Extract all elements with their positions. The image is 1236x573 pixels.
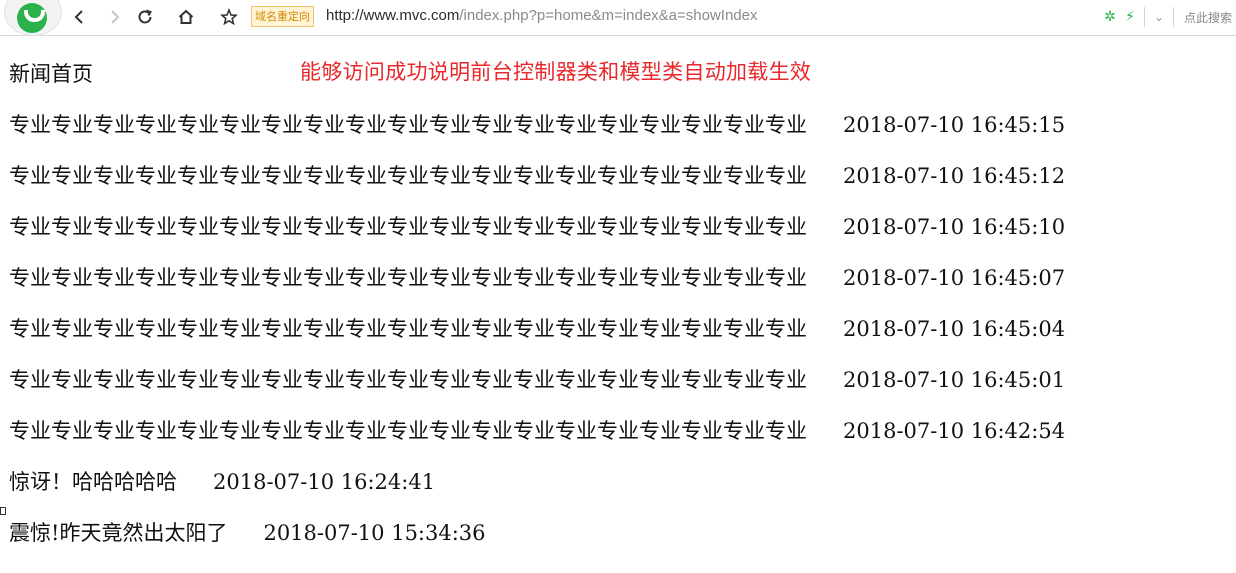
toolbar-right-icons: ✲ ⚡ ⌄	[1100, 6, 1178, 28]
address-bar[interactable]: http://www.mvc.com/index.php?p=home&m=in…	[326, 7, 1086, 24]
news-title[interactable]: 专业专业专业专业专业专业专业专业专业专业专业专业专业专业专业专业专业专业专业	[9, 159, 807, 193]
news-item[interactable]: 专业专业专业专业专业专业专业专业专业专业专业专业专业专业专业专业专业专业专业 2…	[9, 363, 1065, 414]
lightning-icon[interactable]: ⚡	[1120, 7, 1140, 27]
news-time: 2018-07-10 16:45:01	[843, 368, 1066, 392]
news-item[interactable]: 专业专业专业专业专业专业专业专业专业专业专业专业专业专业专业专业专业专业专业 2…	[9, 108, 1065, 159]
url-host: http://www.mvc.com	[326, 7, 460, 24]
news-title[interactable]: 专业专业专业专业专业专业专业专业专业专业专业专业专业专业专业专业专业专业专业	[9, 363, 807, 397]
toolbar-divider	[1173, 7, 1174, 27]
news-time: 2018-07-10 16:42:54	[843, 419, 1066, 443]
news-time: 2018-07-10 16:24:41	[213, 470, 436, 494]
news-title[interactable]: 专业专业专业专业专业专业专业专业专业专业专业专业专业专业专业专业专业专业专业	[9, 108, 807, 142]
news-item[interactable]: 专业专业专业专业专业专业专业专业专业专业专业专业专业专业专业专业专业专业专业 2…	[9, 159, 1065, 210]
toolbar-divider	[1144, 7, 1145, 27]
bookmark-button[interactable]	[216, 4, 242, 30]
annotation-text: 能够访问成功说明前台控制器类和模型类自动加载生效	[300, 60, 812, 84]
news-time: 2018-07-10 15:34:36	[263, 521, 486, 545]
news-time: 2018-07-10 16:45:12	[843, 164, 1066, 188]
news-time: 2018-07-10 16:45:15	[843, 113, 1066, 137]
reload-button[interactable]	[132, 4, 158, 30]
domain-redirect-badge[interactable]: 域名重定向	[251, 6, 314, 27]
browser-toolbar: 域名重定向 http://www.mvc.com/index.php?p=hom…	[0, 0, 1236, 36]
home-button[interactable]	[173, 4, 199, 30]
back-button[interactable]	[67, 4, 93, 30]
arrow-left-icon	[74, 10, 83, 24]
search-hint[interactable]: 点此搜索	[1184, 9, 1232, 26]
news-time: 2018-07-10 16:45:04	[843, 317, 1066, 341]
news-title[interactable]: 专业专业专业专业专业专业专业专业专业专业专业专业专业专业专业专业专业专业专业	[9, 210, 807, 244]
page-title: 新闻首页	[9, 62, 93, 86]
news-time: 2018-07-10 16:45:10	[843, 215, 1066, 239]
home-icon	[178, 9, 194, 24]
news-item[interactable]: 惊讶！哈哈哈哈哈 2018-07-10 16:24:41	[9, 465, 1065, 516]
news-item[interactable]: 专业专业专业专业专业专业专业专业专业专业专业专业专业专业专业专业专业专业专业 2…	[9, 312, 1065, 363]
news-item[interactable]: 专业专业专业专业专业专业专业专业专业专业专业专业专业专业专业专业专业专业专业 2…	[9, 414, 1065, 465]
news-title[interactable]: 专业专业专业专业专业专业专业专业专业专业专业专业专业专业专业专业专业专业专业	[9, 312, 807, 346]
news-title[interactable]: 专业专业专业专业专业专业专业专业专业专业专业专业专业专业专业专业专业专业专业	[9, 261, 807, 295]
chevron-down-icon[interactable]: ⌄	[1149, 7, 1169, 27]
forward-button[interactable]	[101, 4, 127, 30]
news-title[interactable]: 惊讶！哈哈哈哈哈	[9, 465, 177, 499]
gear-icon[interactable]: ✲	[1100, 7, 1120, 27]
arrow-right-icon	[111, 10, 120, 24]
url-path: /index.php?p=home&m=index&a=showIndex	[459, 7, 758, 24]
news-item[interactable]: 专业专业专业专业专业专业专业专业专业专业专业专业专业专业专业专业专业专业专业 2…	[9, 210, 1065, 261]
news-title[interactable]: 专业专业专业专业专业专业专业专业专业专业专业专业专业专业专业专业专业专业专业	[9, 414, 807, 448]
text-cursor-marker	[0, 507, 6, 515]
news-time: 2018-07-10 16:45:07	[843, 266, 1066, 290]
news-item[interactable]: 震惊!昨天竟然出太阳了 2018-07-10 15:34:36	[9, 516, 1065, 567]
news-item[interactable]: 专业专业专业专业专业专业专业专业专业专业专业专业专业专业专业专业专业专业专业 2…	[9, 261, 1065, 312]
news-list: 专业专业专业专业专业专业专业专业专业专业专业专业专业专业专业专业专业专业专业 2…	[9, 108, 1065, 567]
browser-logo-icon[interactable]	[4, 0, 62, 36]
star-icon	[220, 8, 238, 26]
reload-icon	[138, 9, 152, 24]
news-title[interactable]: 震惊!昨天竟然出太阳了	[9, 516, 227, 550]
browser-logo-mark	[17, 3, 47, 33]
